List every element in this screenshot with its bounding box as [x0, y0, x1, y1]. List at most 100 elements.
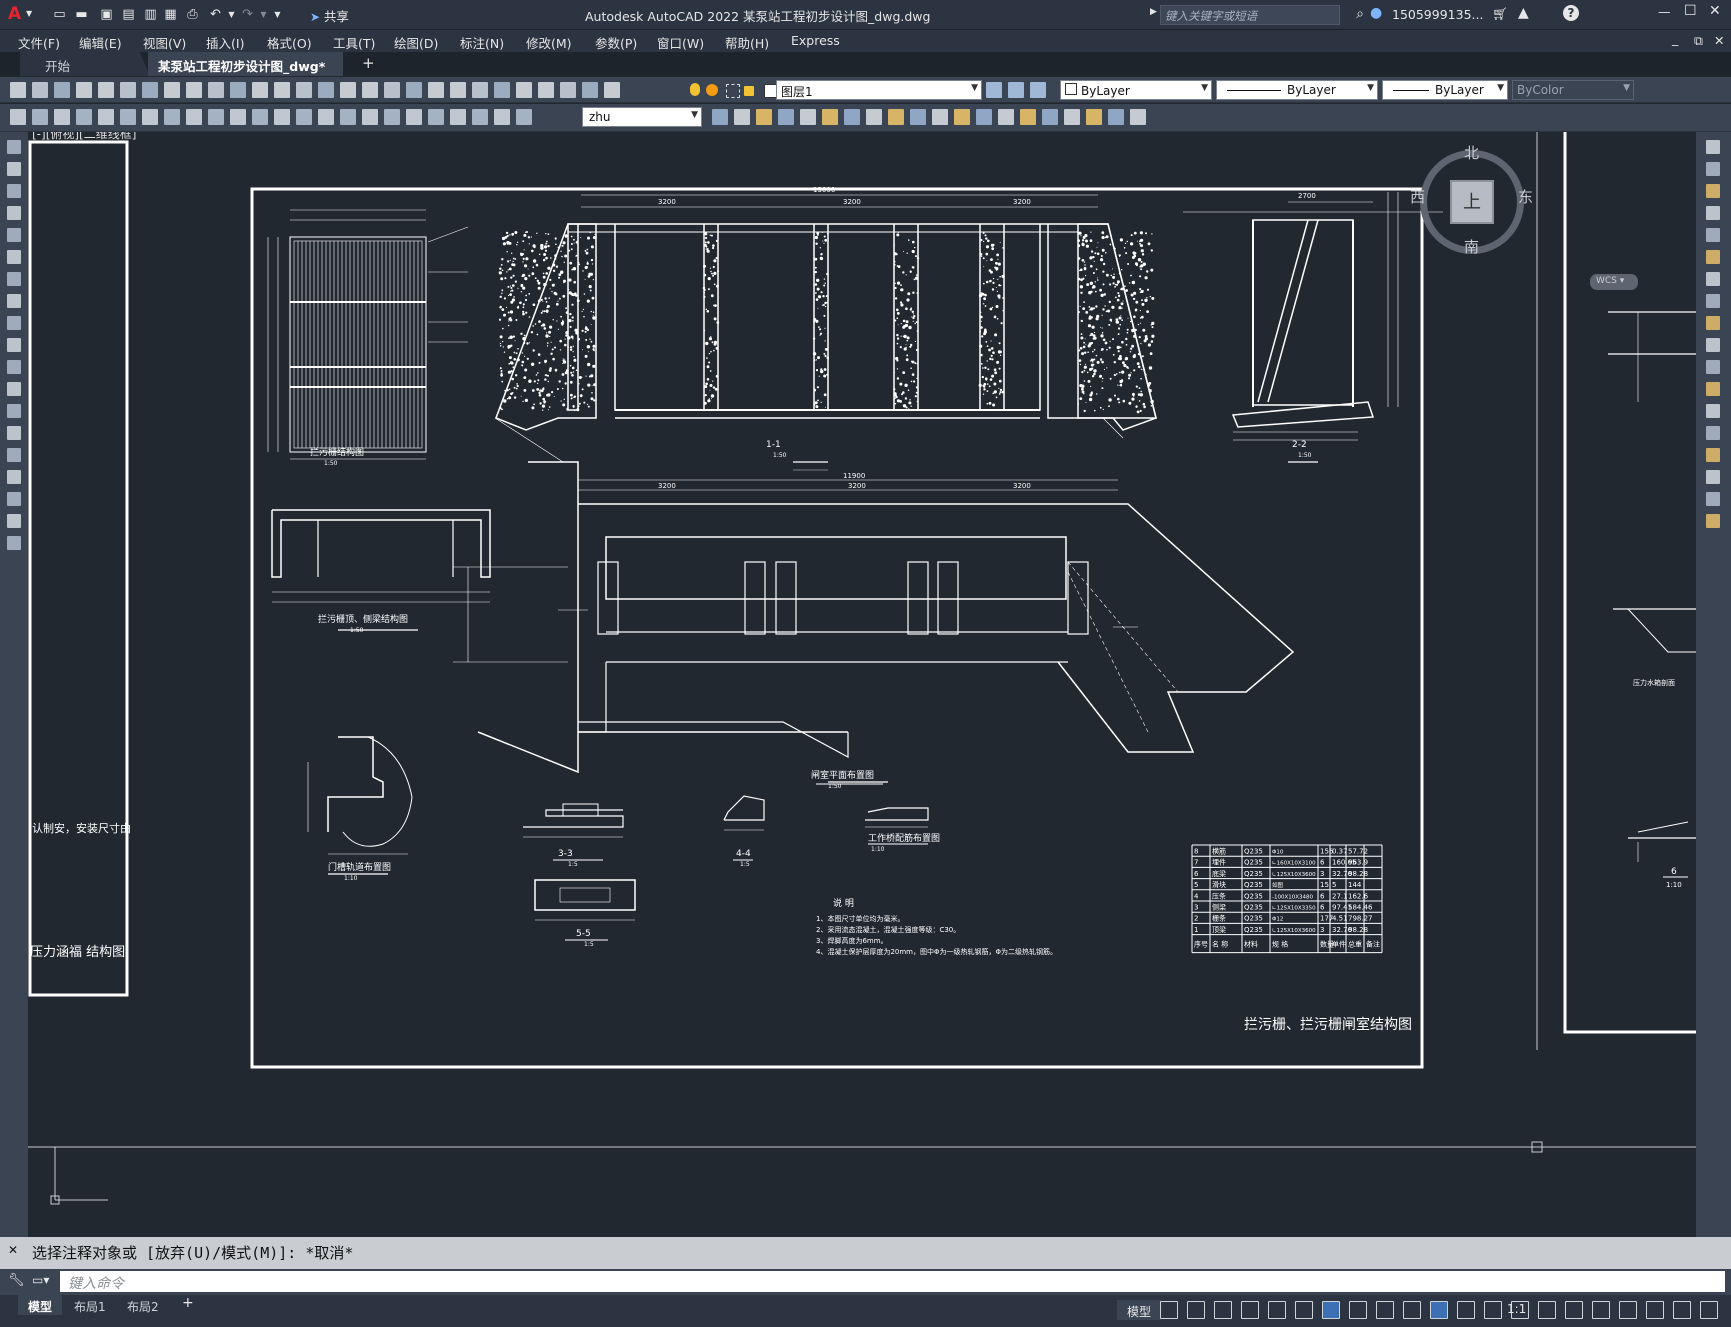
arc-length-icon[interactable]	[54, 109, 70, 125]
scale-icon[interactable]	[866, 109, 882, 125]
drawing-canvas[interactable]: [-][俯视][二维线框] 认制安，安装尺寸由 压力涵福 结构图 拦污栅、拦污栅…	[28, 132, 1696, 1237]
annotation-visibility-icon[interactable]	[1430, 1301, 1448, 1319]
transparency-icon[interactable]	[1376, 1301, 1394, 1319]
fillet-icon[interactable]	[1020, 109, 1036, 125]
layer-properties-icon[interactable]	[986, 82, 1002, 98]
polar-icon[interactable]	[1241, 1301, 1259, 1319]
rotate-icon[interactable]	[844, 109, 860, 125]
erase-icon[interactable]	[1706, 140, 1720, 154]
table-icon[interactable]	[7, 514, 21, 528]
save-icon[interactable]: ▣	[99, 7, 114, 22]
autodesk-app-icon[interactable]: ▲	[1518, 5, 1529, 21]
menu-file[interactable]: 文件(F)	[18, 33, 60, 52]
object-snap-tracking-icon[interactable]	[1295, 1301, 1313, 1319]
mirror-icon[interactable]	[756, 109, 772, 125]
make-current-icon[interactable]	[1008, 82, 1024, 98]
move-icon[interactable]	[822, 109, 838, 125]
zoom-realtime-icon[interactable]	[340, 82, 356, 98]
user-icon[interactable]: ●	[1370, 5, 1382, 21]
array-icon[interactable]	[800, 109, 816, 125]
lock-icon[interactable]	[744, 86, 754, 96]
doc-close-icon[interactable]: ✕	[1714, 33, 1724, 48]
redo-icon[interactable]	[296, 82, 312, 98]
viewcube-west[interactable]: 西	[1410, 186, 1425, 207]
tab-drawing[interactable]: 某泵站工程初步设计图_dwg* ✕	[148, 52, 343, 90]
trim-icon[interactable]	[1706, 338, 1720, 352]
menu-view[interactable]: 视图(V)	[143, 33, 186, 52]
maximize-icon[interactable]: ☐	[1684, 3, 1697, 19]
open-icon[interactable]	[604, 82, 620, 98]
aligned-dim-icon[interactable]	[32, 109, 48, 125]
publish-icon[interactable]	[120, 82, 136, 98]
save-web-icon[interactable]: ▦	[163, 7, 178, 22]
continue-icon[interactable]	[230, 109, 246, 125]
chamfer-icon[interactable]	[1706, 448, 1720, 462]
layer-manager-icon[interactable]	[560, 82, 576, 98]
angular-icon[interactable]	[164, 109, 180, 125]
line-icon[interactable]	[7, 140, 21, 154]
baseline-icon[interactable]	[208, 109, 224, 125]
selection-cycling-icon[interactable]	[1403, 1301, 1421, 1319]
region-icon[interactable]	[7, 492, 21, 506]
block-editor-icon[interactable]	[252, 82, 268, 98]
edit-text-icon[interactable]	[406, 109, 422, 125]
radius-icon[interactable]	[98, 109, 114, 125]
layout-tab-2[interactable]: 布局2	[117, 1295, 169, 1315]
circle-icon[interactable]	[7, 272, 21, 286]
menu-tools[interactable]: 工具(T)	[333, 33, 375, 52]
space-icon[interactable]	[252, 109, 268, 125]
dim-style-icon[interactable]	[450, 109, 466, 125]
move-icon[interactable]	[1706, 250, 1720, 264]
gradient-icon[interactable]	[7, 470, 21, 484]
extend-icon[interactable]	[1706, 360, 1720, 374]
multileader-icon[interactable]	[494, 109, 510, 125]
plotstyle-dropdown[interactable]: ByColor ▼	[1512, 80, 1634, 100]
close-icon[interactable]: ✕	[1709, 3, 1721, 19]
grid-icon[interactable]	[1160, 1301, 1178, 1319]
zoom-window-icon[interactable]	[362, 82, 378, 98]
menu-format[interactable]: 格式(O)	[267, 33, 312, 52]
quick-dim-icon[interactable]	[186, 109, 202, 125]
break-icon[interactable]	[1706, 404, 1720, 418]
cut-icon[interactable]	[164, 82, 180, 98]
share-button[interactable]: ➤ 共享	[310, 6, 349, 24]
clean-screen-icon[interactable]	[1673, 1301, 1691, 1319]
minimize-icon[interactable]: —	[1658, 4, 1671, 19]
open-icon[interactable]: ▬	[74, 7, 89, 22]
arc-icon[interactable]	[7, 250, 21, 264]
properties-icon[interactable]	[406, 82, 422, 98]
copy-icon[interactable]	[1706, 162, 1720, 176]
copy-icon[interactable]	[186, 82, 202, 98]
explode-icon[interactable]	[1706, 514, 1720, 528]
rectangle-icon[interactable]	[7, 228, 21, 242]
layer-previous-icon[interactable]	[1030, 82, 1046, 98]
undo-icon[interactable]	[274, 82, 290, 98]
join-icon[interactable]	[1706, 426, 1720, 440]
match-icon[interactable]	[230, 82, 246, 98]
viewcube-north[interactable]: 北	[1464, 142, 1479, 163]
customize-icon[interactable]: ▼	[270, 7, 285, 22]
tool-palettes-icon[interactable]	[450, 82, 466, 98]
layer-state-icon[interactable]	[690, 83, 700, 96]
cart-icon[interactable]: 🛒︎	[1492, 6, 1508, 22]
lineweight-icon[interactable]	[1349, 1301, 1367, 1319]
menu-express[interactable]: Express	[791, 33, 840, 48]
doc-restore-icon[interactable]: ⧉	[1694, 33, 1703, 49]
annotation-scale-value[interactable]: 1:1	[1507, 1302, 1526, 1316]
spline-icon[interactable]	[7, 316, 21, 330]
viewport-label[interactable]: [-][俯视][二维线框]	[32, 132, 136, 141]
join-icon[interactable]	[976, 109, 992, 125]
chamfer-icon[interactable]	[998, 109, 1014, 125]
align-icon[interactable]	[516, 109, 532, 125]
menu-help[interactable]: 帮助(H)	[725, 33, 769, 52]
redo-dropdown-icon[interactable]: ▼	[256, 7, 271, 22]
viewcube-south[interactable]: 南	[1464, 236, 1479, 257]
center-mark-icon[interactable]	[318, 109, 334, 125]
quick-calc-icon[interactable]	[516, 82, 532, 98]
dimstyle-dropdown[interactable]: zhu ▼	[582, 107, 702, 127]
new-icon[interactable]	[10, 82, 26, 98]
quick-properties-icon[interactable]	[1592, 1301, 1610, 1319]
new-layout-button[interactable]: +	[172, 1295, 204, 1315]
mirror-icon[interactable]	[1706, 184, 1720, 198]
app-menu-button[interactable]: A ▼	[6, 4, 36, 26]
